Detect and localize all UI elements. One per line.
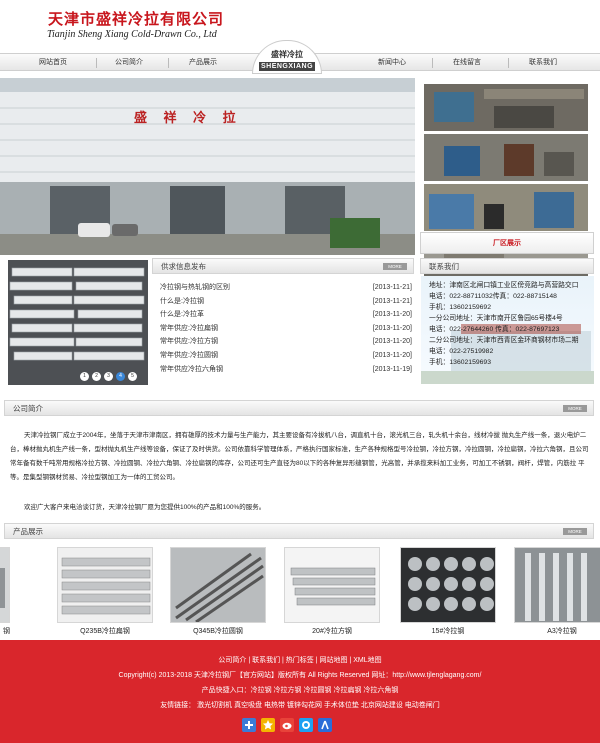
contact-lines: 地址：津南区北闸口镇工业区傍竞路与高营路交口 电话：022-88711032传真… <box>429 280 579 368</box>
steel-bars-photo <box>8 260 148 385</box>
news-item-title[interactable]: 常年供应:冷拉方钢 <box>160 335 218 349</box>
news-item-date: [2013-11-20] <box>372 324 412 332</box>
slider-dot-4[interactable]: 4 <box>116 372 125 381</box>
share-plus-icon[interactable] <box>242 718 256 732</box>
share-star-icon[interactable] <box>261 718 275 732</box>
footer-links[interactable]: 公司简介 | 联系我们 | 热门标签 | 网站地图 | XML地图 <box>0 656 600 666</box>
nav-contact[interactable]: 联系我们 <box>508 54 578 71</box>
nav-about[interactable]: 公司简介 <box>94 54 164 71</box>
contact-panel: 地址：津南区北闸口镇工业区傍竞路与高营路交口 电话：022-88711032传真… <box>421 276 594 384</box>
contact-address: 地址：津南区北闸口镇工业区傍竞路与高营路交口 <box>429 282 579 289</box>
news-item-date: [2013-11-21] <box>372 284 412 291</box>
news-item-date: [2013-11-21] <box>372 297 412 305</box>
contact-mobile: 手机：13602159692 <box>429 304 491 311</box>
footer-quick-links[interactable]: 产品快捷入口：冷拉钢 冷拉方钢 冷拉圆钢 冷拉扁钢 冷拉六角钢 <box>0 686 600 696</box>
news-item-title[interactable]: 什么是:冷拉革 <box>160 308 204 322</box>
branch1-phone: 电话：022-27644260 传真：022-87697123 <box>429 326 560 333</box>
news-item-date: [2013-11-20] <box>372 338 412 346</box>
thumb-workshop-1[interactable] <box>424 84 588 131</box>
nav-guestbook[interactable]: 在线留言 <box>432 54 502 71</box>
list-item[interactable]: 冷拉钢与热轧钢的区别 [2013-11-21] <box>160 281 412 295</box>
contact-title: 联系我们 <box>429 262 459 271</box>
share-weibo-icon[interactable] <box>280 718 294 732</box>
nav-home[interactable]: 网站首页 <box>18 54 88 71</box>
news-item-date: [2013-11-19] <box>372 365 412 373</box>
nav-center-en: SHENGXIANG <box>259 62 315 71</box>
slider-dot-1[interactable]: 1 <box>80 372 89 381</box>
nav-center-cn: 盛祥冷拉 <box>271 49 303 59</box>
list-item[interactable]: 常年供应:冷拉圆钢 [2013-11-20] <box>160 349 412 363</box>
products-row: 钢 Q235B冷拉扁钢 Q345B冷拉圆钢 20#冷拉方钢 15#冷拉钢 A3冷… <box>0 545 600 637</box>
nav-products[interactable]: 产品展示 <box>168 54 238 71</box>
list-item[interactable]: 常年供应:冷拉扁钢 [2013-11-20] <box>160 322 412 336</box>
branch1-address: 一分公司地址：天津市南开区鲁园65号楼4号 <box>429 315 563 322</box>
branch2-phone: 电话：022-27519982 <box>429 348 494 355</box>
footer-friend-links[interactable]: 友情链接： 激光切割机 真空吸盘 电热带 镀锌勾花网 手术体位垫 北京网站建设 … <box>0 701 600 711</box>
news-item-title[interactable]: 常年供应:冷拉扁钢 <box>160 322 218 336</box>
intro-title: 公司简介 <box>13 404 43 413</box>
product-caption[interactable]: 20#冷拉方钢 <box>284 626 380 636</box>
product-card[interactable]: A3冷拉钢 <box>514 547 600 636</box>
news-item-title[interactable]: 什么是:冷拉钢 <box>160 295 204 309</box>
list-item[interactable]: 常年供应冷拉六角钢 [2013-11-19] <box>160 363 412 377</box>
branch2-address: 二分公司地址：天津市西青区金环商钢材市场二期 <box>429 337 579 344</box>
contact-header: 联系我们 <box>420 258 594 274</box>
products-title: 产品展示 <box>13 527 43 536</box>
products-more-button[interactable]: MORE <box>563 528 587 535</box>
list-item[interactable]: 常年供应:冷拉方钢 [2013-11-20] <box>160 335 412 349</box>
product-card[interactable]: 20#冷拉方钢 <box>284 547 380 636</box>
news-item-title[interactable]: 冷拉钢与热轧钢的区别 <box>160 281 230 295</box>
contact-phone: 电话：022-88711032传真：022-88715148 <box>429 293 557 300</box>
product-slider[interactable]: 1 2 3 4 5 <box>8 260 148 385</box>
banner-sign: 盛 祥 冷 拉 <box>134 110 242 126</box>
product-caption[interactable]: Q235B冷拉扁钢 <box>57 626 153 636</box>
site-header: 天津市盛祥冷拉有限公司 Tianjin Sheng Xiang Cold-Dra… <box>0 0 600 46</box>
list-item[interactable]: 什么是:冷拉革 [2013-11-20] <box>160 308 412 322</box>
company-name-en: Tianjin Sheng Xiang Cold-Drawn Co., Ltd <box>47 29 217 40</box>
share-renren-icon[interactable] <box>318 718 332 732</box>
company-name-cn[interactable]: 天津市盛祥冷拉有限公司 <box>48 8 224 29</box>
thumb-workshop-3[interactable] <box>424 184 588 231</box>
product-card[interactable]: 15#冷拉钢 <box>400 547 496 636</box>
nav-news[interactable]: 新闻中心 <box>357 54 427 71</box>
product-caption[interactable]: 15#冷拉钢 <box>400 626 496 636</box>
list-item[interactable]: 什么是:冷拉钢 [2013-11-21] <box>160 295 412 309</box>
share-qzone-icon[interactable] <box>299 718 313 732</box>
intro-welcome: 欢迎广大客户来电洽谈订货，天津冷拉钢厂愿为您提供100%的产品和100%的服务。 <box>24 504 266 511</box>
product-card[interactable]: Q235B冷拉扁钢 <box>57 547 153 636</box>
news-list: 冷拉钢与热轧钢的区别 [2013-11-21] 什么是:冷拉钢 [2013-11-2… <box>160 281 412 376</box>
product-card[interactable]: Q345B冷拉圆钢 <box>170 547 266 636</box>
products-header: 产品展示 MORE <box>4 523 594 539</box>
slider-dot-5[interactable]: 5 <box>128 372 137 381</box>
product-caption[interactable]: A3冷拉钢 <box>514 626 600 636</box>
slider-dot-2[interactable]: 2 <box>92 372 101 381</box>
product-caption[interactable]: 钢 <box>0 626 10 636</box>
news-header: 供求信息发布 MORE <box>152 258 414 274</box>
factory-photo: 盛 祥 冷 拉 <box>0 78 415 255</box>
news-more-button[interactable]: MORE <box>383 263 407 270</box>
news-item-date: [2013-11-20] <box>372 351 412 359</box>
news-item-title[interactable]: 常年供应冷拉六角钢 <box>160 363 223 377</box>
product-caption[interactable]: Q345B冷拉圆钢 <box>170 626 266 636</box>
slider-dot-3[interactable]: 3 <box>104 372 113 381</box>
news-item-date: [2013-11-20] <box>372 311 412 319</box>
branch2-mobile: 手机：13602159693 <box>429 359 491 366</box>
thumb-workshop-2[interactable] <box>424 134 588 181</box>
banner-image: 盛 祥 冷 拉 <box>0 78 415 255</box>
factory-gallery-tab[interactable]: 厂区展示 <box>420 232 594 254</box>
news-title: 供求信息发布 <box>161 262 206 271</box>
intro-paragraph: 天津冷拉钢厂成立于2004年，坐落于天津市津南区，拥有雄厚的技术力量与生产能力，… <box>10 432 589 481</box>
product-card[interactable]: 钢 <box>0 547 10 636</box>
news-item-title[interactable]: 常年供应:冷拉圆钢 <box>160 349 218 363</box>
intro-header: 公司简介 MORE <box>4 400 594 416</box>
intro-more-button[interactable]: MORE <box>563 405 587 412</box>
footer-copyright: Copyright(c) 2013-2018 天津冷拉钢厂【官方网站】版权所有 … <box>118 672 482 679</box>
